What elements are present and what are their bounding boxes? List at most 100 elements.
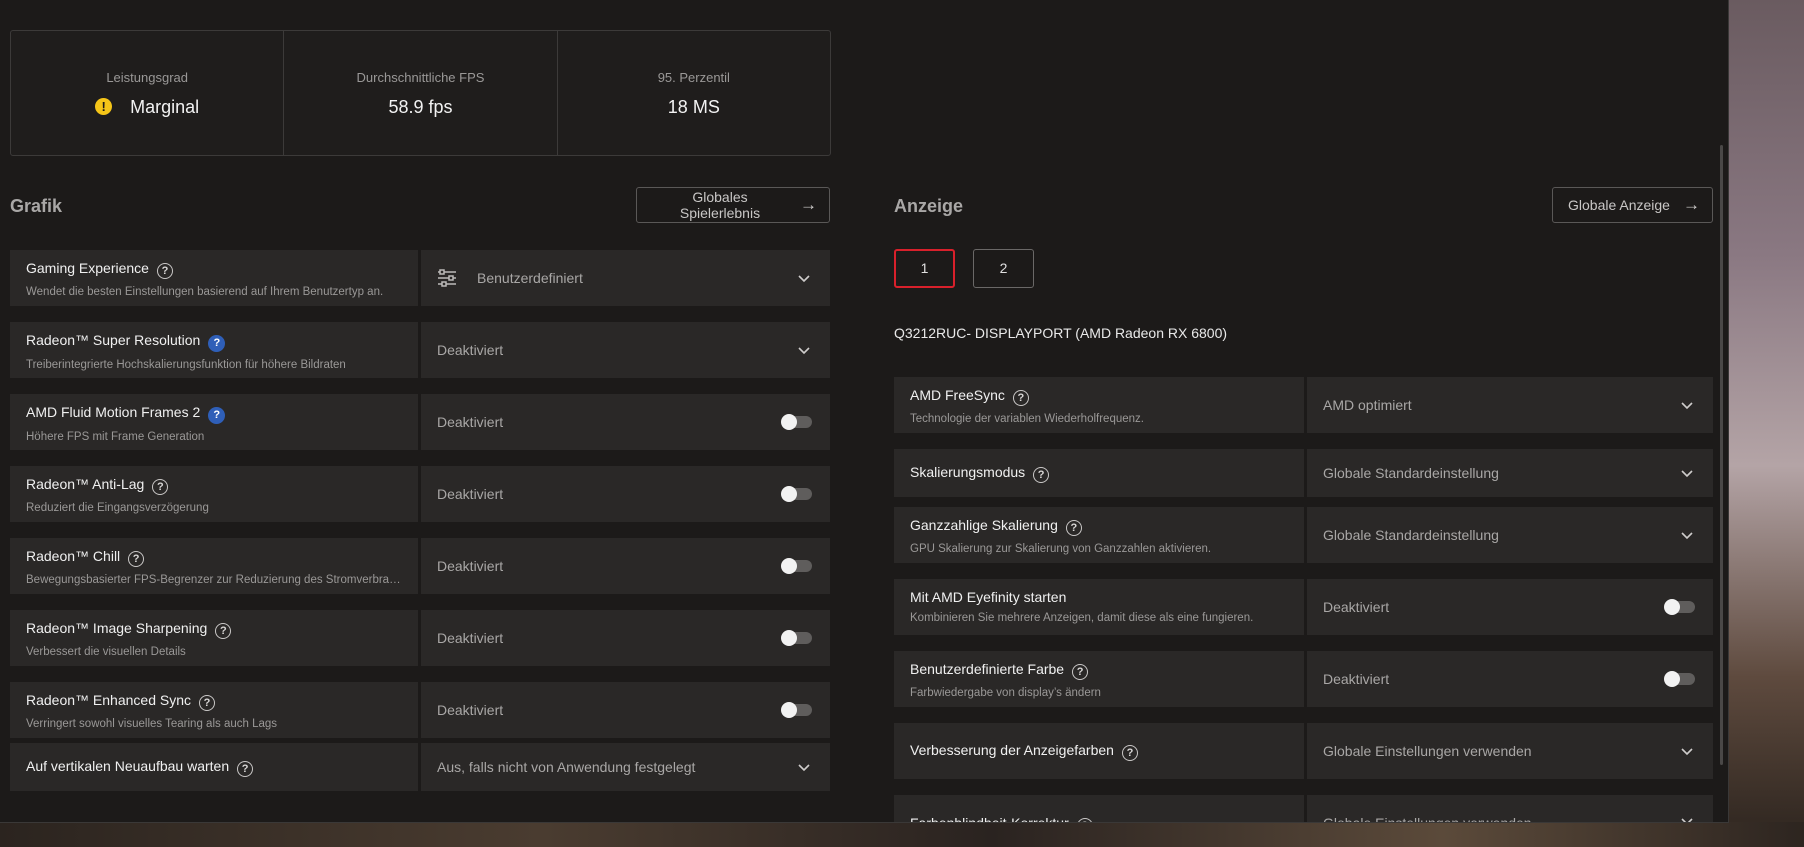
freesync-dropdown[interactable]: AMD optimiert bbox=[1307, 377, 1713, 433]
integer-scaling-dropdown[interactable]: Globale Standardeinstellung bbox=[1307, 507, 1713, 563]
chevron-down-icon bbox=[1681, 748, 1693, 756]
dropdown-value: Globale Einstellungen verwenden bbox=[1323, 743, 1532, 759]
help-icon[interactable]: ? bbox=[1065, 520, 1082, 536]
color-enhancement-dropdown[interactable]: Globale Einstellungen verwenden bbox=[1307, 723, 1713, 779]
setting-description: GPU Skalierung zur Skalierung von Ganzza… bbox=[910, 543, 1212, 555]
enhanced-sync-toggle[interactable] bbox=[781, 702, 812, 718]
chevron-down-icon bbox=[798, 275, 810, 283]
stat-value: Marginal bbox=[130, 97, 200, 117]
setting-title: Radeon™ Anti-Lag bbox=[26, 476, 145, 492]
global-display-button[interactable]: Globale Anzeige → bbox=[1552, 187, 1713, 223]
help-icon[interactable]: ? bbox=[215, 623, 232, 639]
help-icon[interactable]: ? bbox=[199, 695, 215, 711]
help-icon[interactable]: ? bbox=[1121, 745, 1138, 761]
setting-super-resolution: Radeon™ Super Resolution? Treiberintegri… bbox=[10, 322, 830, 378]
setting-title: Radeon™ Image Sharpening bbox=[26, 620, 208, 636]
global-gaming-experience-button[interactable]: Globales Spielerlebnis → bbox=[636, 187, 830, 223]
setting-value: Deaktiviert bbox=[437, 702, 504, 718]
setting-fluid-motion-frames: AMD Fluid Motion Frames 2? Höhere FPS mi… bbox=[10, 394, 830, 450]
amd-software-window: Leistungsgrad ! Marginal Durchschnittlich… bbox=[0, 0, 1729, 823]
setting-title: Verbesserung der Anzeigefarben bbox=[910, 742, 1114, 758]
help-icon[interactable]: ? bbox=[1033, 467, 1050, 483]
setting-color-blindness: Farbenblindheit-Korrektur? Globale Einst… bbox=[894, 795, 1713, 823]
setting-value: Deaktiviert bbox=[437, 414, 504, 430]
setting-description: Bewegungsbasierter FPS-Begrenzer zur Red… bbox=[26, 574, 402, 586]
setting-title: Farbenblindheit-Korrektur bbox=[910, 815, 1069, 823]
help-icon[interactable]: ? bbox=[208, 407, 226, 424]
help-icon[interactable]: ? bbox=[152, 479, 169, 495]
gaming-experience-dropdown[interactable]: Benutzerdefiniert bbox=[421, 250, 830, 306]
setting-value: Deaktiviert bbox=[1323, 671, 1390, 687]
graphics-section-title: Grafik bbox=[10, 196, 63, 216]
display-tab-1[interactable]: 1 bbox=[894, 249, 955, 288]
dropdown-value: Aus, falls nicht von Anwendung festgeleg… bbox=[437, 759, 696, 775]
setting-description: Kombinieren Sie mehrere Anzeigen, damit … bbox=[910, 612, 1254, 624]
setting-description: Verringert sowohl visuelles Tearing als … bbox=[26, 718, 278, 730]
super-resolution-dropdown[interactable]: Deaktiviert bbox=[421, 322, 830, 378]
help-icon[interactable]: ? bbox=[237, 761, 254, 777]
help-icon[interactable]: ? bbox=[128, 551, 145, 567]
setting-title: AMD FreeSync bbox=[910, 387, 1005, 403]
vertical-refresh-dropdown[interactable]: Aus, falls nicht von Anwendung festgeleg… bbox=[421, 743, 830, 791]
chevron-down-icon bbox=[1681, 818, 1693, 822]
image-sharpening-toggle[interactable] bbox=[781, 630, 812, 646]
setting-title: AMD Fluid Motion Frames 2 bbox=[26, 404, 201, 420]
help-icon[interactable]: ? bbox=[1076, 818, 1093, 822]
dropdown-value: Globale Standardeinstellung bbox=[1323, 465, 1499, 481]
stat-value: 18 MS bbox=[667, 97, 720, 117]
display-section-title: Anzeige bbox=[894, 196, 964, 216]
fluid-motion-frames-toggle[interactable] bbox=[781, 414, 812, 430]
dropdown-value: Deaktiviert bbox=[437, 342, 504, 358]
setting-title: Radeon™ Super Resolution bbox=[26, 332, 201, 348]
eyefinity-toggle[interactable] bbox=[1664, 599, 1695, 615]
warning-icon: ! bbox=[95, 98, 113, 115]
setting-chill: Radeon™ Chill? Bewegungsbasierter FPS-Be… bbox=[10, 538, 830, 594]
setting-gaming-experience: Gaming Experience? Wendet die besten Ein… bbox=[10, 250, 830, 306]
setting-description: Reduziert die Eingangsverzögerung bbox=[26, 502, 209, 514]
button-label: Globales Spielerlebnis bbox=[679, 189, 761, 221]
color-blindness-dropdown[interactable]: Globale Einstellungen verwenden bbox=[1307, 795, 1713, 822]
setting-value: Deaktiviert bbox=[1323, 599, 1390, 615]
setting-title: Mit AMD Eyefinity starten bbox=[910, 589, 1067, 605]
stat-average-fps: Durchschnittliche FPS 58.9 fps bbox=[284, 31, 558, 155]
setting-description: Farbwiedergabe von display’s ändern bbox=[910, 687, 1101, 699]
setting-title: Ganzzahlige Skalierung bbox=[910, 517, 1058, 533]
setting-title: Benutzerdefinierte Farbe bbox=[910, 661, 1065, 677]
setting-eyefinity: Mit AMD Eyefinity starten Kombinieren Si… bbox=[894, 579, 1713, 635]
setting-value: Deaktiviert bbox=[437, 486, 504, 502]
setting-color-enhancement: Verbesserung der Anzeigefarben? Globale … bbox=[894, 723, 1713, 779]
setting-description: Höhere FPS mit Frame Generation bbox=[26, 431, 205, 443]
chevron-down-icon bbox=[798, 764, 810, 772]
arrow-right-icon: → bbox=[1683, 195, 1700, 214]
anti-lag-toggle[interactable] bbox=[781, 486, 812, 502]
chill-toggle[interactable] bbox=[781, 558, 812, 574]
desktop-wallpaper bbox=[0, 822, 1804, 847]
help-icon[interactable]: ? bbox=[156, 263, 173, 279]
arrow-right-icon: → bbox=[800, 195, 817, 214]
help-icon[interactable]: ? bbox=[1072, 664, 1089, 680]
dropdown-value: Globale Standardeinstellung bbox=[1323, 527, 1499, 543]
setting-title: Auf vertikalen Neuaufbau warten bbox=[26, 758, 230, 774]
custom-color-toggle[interactable] bbox=[1664, 671, 1695, 687]
monitor-name: Q3212RUC- DISPLAYPORT (AMD Radeon RX 680… bbox=[894, 325, 1228, 341]
setting-title: Skalierungsmodus bbox=[910, 464, 1026, 480]
setting-enhanced-sync: Radeon™ Enhanced Sync? Verringert sowohl… bbox=[10, 682, 830, 738]
setting-scaling-mode: Skalierungsmodus? Globale Standardeinste… bbox=[894, 449, 1713, 497]
setting-integer-scaling: Ganzzahlige Skalierung? GPU Skalierung z… bbox=[894, 507, 1713, 563]
chevron-down-icon bbox=[1681, 402, 1693, 410]
scrollbar[interactable] bbox=[1720, 145, 1723, 765]
stat-label: 95. Perzentil bbox=[657, 70, 730, 85]
setting-anti-lag: Radeon™ Anti-Lag? Reduziert die Eingangs… bbox=[10, 466, 830, 522]
stat-95-percentile: 95. Perzentil 18 MS bbox=[558, 31, 830, 155]
setting-value: Deaktiviert bbox=[437, 630, 504, 646]
setting-value: Deaktiviert bbox=[437, 558, 504, 574]
setting-description: Verbessert die visuellen Details bbox=[26, 646, 186, 658]
setting-vertical-refresh: Auf vertikalen Neuaufbau warten? Aus, fa… bbox=[10, 743, 830, 791]
help-icon[interactable]: ? bbox=[208, 335, 226, 352]
help-icon[interactable]: ? bbox=[1012, 390, 1029, 406]
stat-label: Durchschnittliche FPS bbox=[356, 70, 485, 85]
chevron-down-icon bbox=[1681, 532, 1693, 540]
display-tab-2[interactable]: 2 bbox=[973, 249, 1034, 288]
dropdown-value: AMD optimiert bbox=[1323, 397, 1412, 413]
scaling-mode-dropdown[interactable]: Globale Standardeinstellung bbox=[1307, 449, 1713, 497]
